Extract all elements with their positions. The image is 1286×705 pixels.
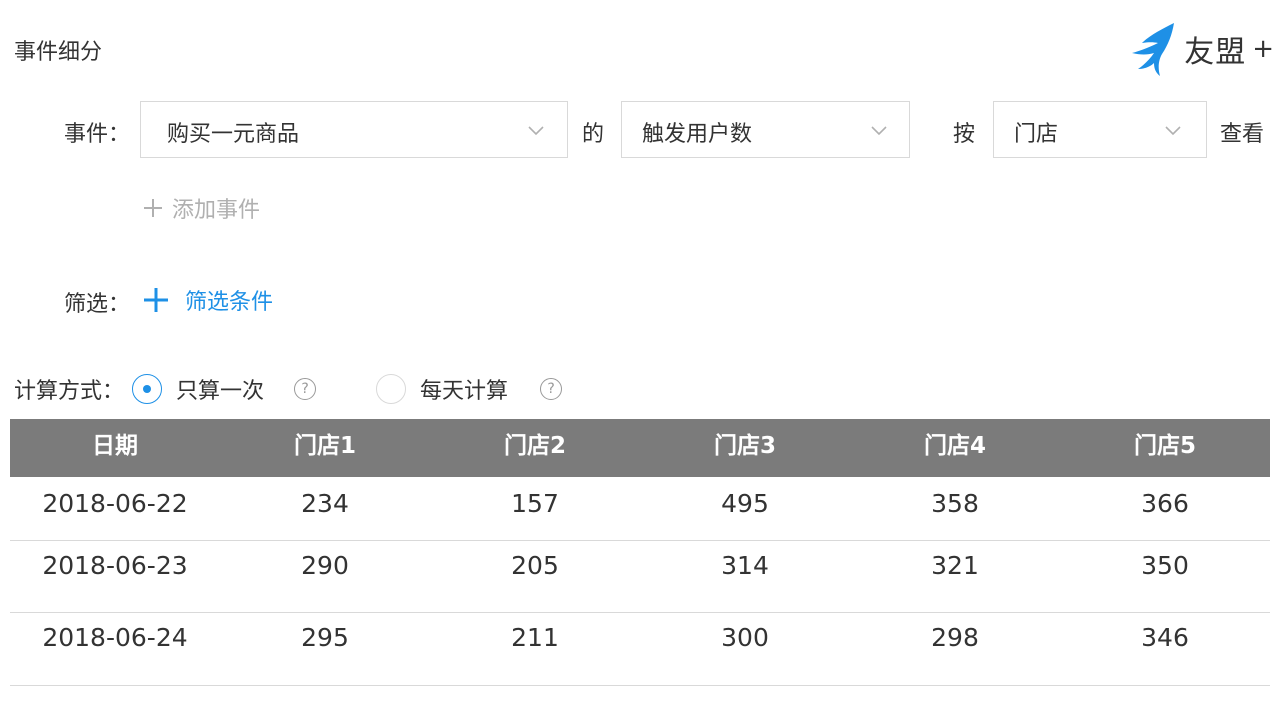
group-select[interactable]: 门店 bbox=[993, 101, 1207, 158]
table-cell: 350 bbox=[1141, 551, 1189, 580]
metric-select[interactable]: 触发用户数 bbox=[621, 101, 910, 158]
brand-logo: 友盟 + bbox=[1128, 20, 1274, 78]
by-label: 按 bbox=[953, 122, 976, 147]
table-cell: 205 bbox=[511, 551, 559, 580]
column-header: 门店1 bbox=[293, 433, 356, 459]
add-filter-button[interactable]: 筛选条件 bbox=[143, 284, 273, 316]
event-select-value: 购买一元商品 bbox=[167, 122, 300, 147]
plus-icon bbox=[144, 199, 162, 217]
column-header: 门店3 bbox=[713, 433, 776, 459]
table-cell: 290 bbox=[301, 551, 349, 580]
view-label: 查看 bbox=[1220, 122, 1265, 147]
table-row: 2018-06-23 290 205 314 321 350 bbox=[10, 541, 1270, 613]
table-cell: 2018-06-22 bbox=[42, 489, 188, 518]
column-header: 门店5 bbox=[1133, 433, 1196, 459]
table-row: 2018-06-22 234 157 495 358 366 bbox=[10, 477, 1270, 541]
table-cell: 346 bbox=[1141, 623, 1189, 652]
table-cell: 366 bbox=[1141, 489, 1189, 518]
umeng-bird-icon bbox=[1132, 23, 1175, 76]
column-header: 日期 bbox=[92, 433, 138, 459]
table-cell: 358 bbox=[931, 489, 979, 518]
column-header: 门店2 bbox=[503, 433, 566, 459]
table-cell: 495 bbox=[721, 489, 769, 518]
event-label: 事件： bbox=[64, 122, 131, 147]
table-header: 日期 门店1 门店2 门店3 门店4 门店5 bbox=[10, 419, 1270, 477]
data-table: 日期 门店1 门店2 门店3 门店4 门店5 2018-06-22 234 15… bbox=[10, 419, 1270, 686]
chevron-down-icon bbox=[871, 126, 887, 136]
table-cell: 2018-06-24 bbox=[42, 623, 188, 652]
table-cell: 295 bbox=[301, 623, 349, 652]
metric-select-value: 触发用户数 bbox=[642, 122, 753, 147]
table-cell: 300 bbox=[721, 623, 769, 652]
event-select[interactable]: 购买一元商品 bbox=[140, 101, 568, 158]
chevron-down-icon bbox=[1165, 126, 1181, 136]
column-header: 门店4 bbox=[923, 433, 986, 459]
table-cell: 211 bbox=[511, 623, 559, 652]
filter-label: 筛选： bbox=[64, 292, 131, 317]
chevron-down-icon bbox=[528, 126, 544, 136]
radio-daily-label[interactable]: 每天计算 bbox=[420, 373, 508, 405]
connector-label: 的 bbox=[582, 122, 605, 147]
add-event-label: 添加事件 bbox=[172, 198, 261, 223]
table-cell: 298 bbox=[931, 623, 979, 652]
plus-icon bbox=[144, 288, 168, 312]
table-cell: 2018-06-23 bbox=[42, 551, 188, 580]
table-cell: 314 bbox=[721, 551, 769, 580]
table-cell: 234 bbox=[301, 489, 349, 518]
help-icon[interactable]: ? bbox=[294, 378, 317, 400]
table-cell: 321 bbox=[931, 551, 979, 580]
table-row: 2018-06-24 295 211 300 298 346 bbox=[10, 613, 1270, 686]
table-cell: 157 bbox=[511, 489, 559, 518]
page-title: 事件细分 bbox=[14, 40, 103, 65]
radio-daily[interactable] bbox=[376, 374, 407, 404]
radio-once-label[interactable]: 只算一次 bbox=[176, 373, 264, 405]
brand-plus: + bbox=[1252, 34, 1274, 64]
brand-name: 友盟 bbox=[1184, 35, 1247, 70]
calc-method: 计算方式： 只算一次 ? 每天计算 ? bbox=[14, 373, 563, 405]
add-filter-label: 筛选条件 bbox=[185, 290, 274, 315]
group-select-value: 门店 bbox=[1014, 122, 1059, 147]
add-event-button[interactable]: 添加事件 bbox=[142, 192, 260, 224]
radio-once[interactable] bbox=[132, 374, 163, 404]
calc-label: 计算方式： bbox=[14, 379, 125, 404]
help-icon[interactable]: ? bbox=[540, 378, 563, 400]
